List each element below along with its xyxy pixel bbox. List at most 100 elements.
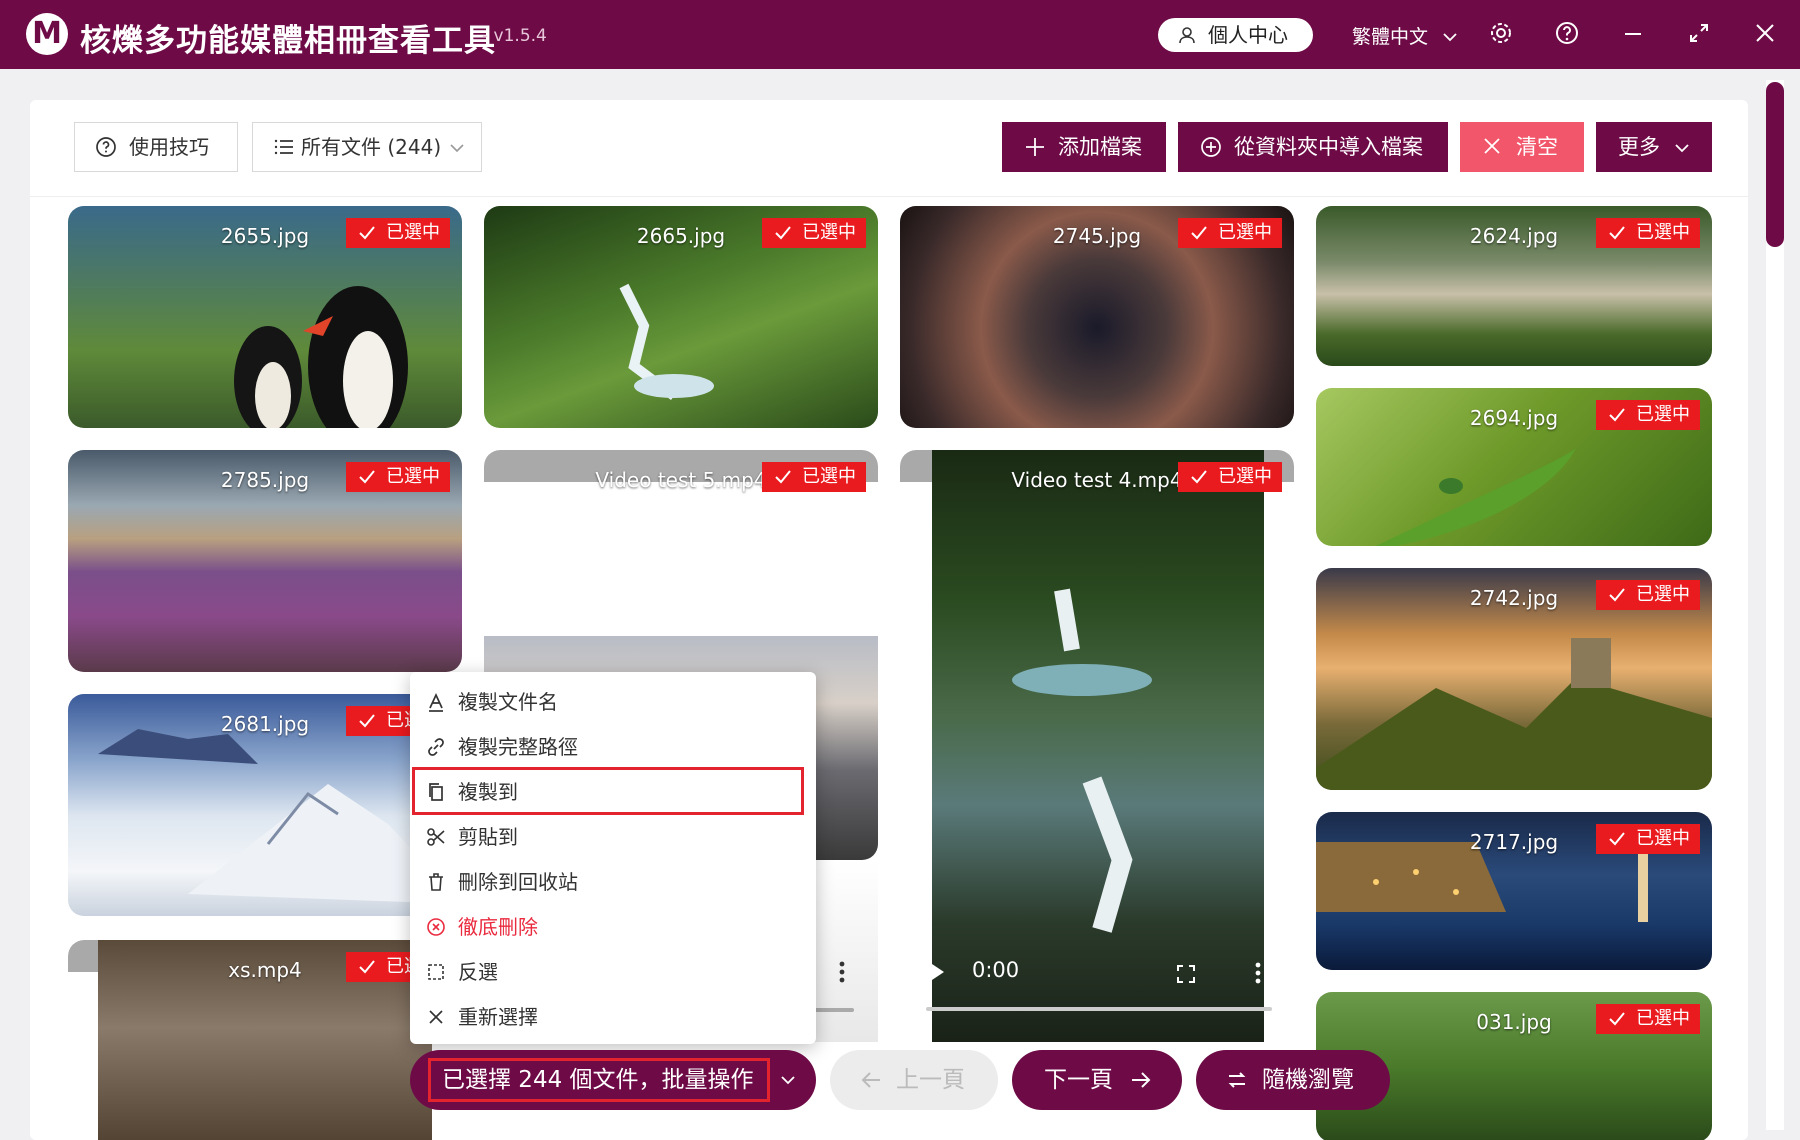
scrollbar-thumb[interactable] xyxy=(1766,82,1784,247)
fullscreen-icon[interactable] xyxy=(1176,964,1196,984)
menu-item-invert-selection[interactable]: 反選 xyxy=(410,950,816,994)
selected-badge[interactable]: 已選中 xyxy=(346,462,450,492)
title-bar: M 核爍多功能媒體相冊查看工具 - v1.5.4 個人中心 繁體中文 xyxy=(0,0,1800,69)
check-icon xyxy=(359,960,375,974)
add-file-label: 添加檔案 xyxy=(1058,135,1142,159)
image-card[interactable]: 2745.jpg 已選中 xyxy=(900,206,1294,428)
selected-badge[interactable]: 已選中 xyxy=(762,218,866,248)
selected-badge[interactable]: 已選中 xyxy=(1596,1004,1700,1034)
selected-label: 已選中 xyxy=(1218,466,1272,487)
image-card[interactable]: 2785.jpg 已選中 xyxy=(68,450,462,672)
image-card[interactable]: 2624.jpg 已選中 xyxy=(1316,206,1712,366)
tips-button[interactable]: 使用技巧 xyxy=(74,122,238,172)
app-logo: M xyxy=(26,13,68,55)
chevron-down-icon xyxy=(781,1076,795,1085)
arrow-right-icon xyxy=(1132,1072,1151,1088)
chevron-down-icon xyxy=(1675,144,1689,153)
close-icon xyxy=(429,1010,443,1024)
batch-highlight-frame xyxy=(428,1058,770,1102)
language-label: 繁體中文 xyxy=(1352,26,1429,48)
menu-item-label: 複製完整路徑 xyxy=(458,735,578,759)
invert-select-icon xyxy=(428,964,444,980)
play-icon[interactable] xyxy=(930,962,946,982)
menu-item-label: 重新選擇 xyxy=(458,1005,538,1029)
app-title: 核爍多功能媒體相冊查看工具 xyxy=(80,23,496,59)
menu-item-reselect[interactable]: 重新選擇 xyxy=(410,995,816,1039)
profile-button[interactable]: 個人中心 xyxy=(1158,18,1313,52)
tips-label: 使用技巧 xyxy=(129,135,209,159)
video-card[interactable]: xs.mp4 已選中 xyxy=(68,940,462,1140)
selected-badge[interactable]: 已選中 xyxy=(1178,462,1282,492)
help-icon[interactable] xyxy=(1554,20,1584,50)
image-card[interactable]: 2694.jpg 已選中 xyxy=(1316,388,1712,546)
more-button[interactable]: 更多 xyxy=(1596,122,1712,172)
selected-badge[interactable]: 已選中 xyxy=(1596,218,1700,248)
menu-item-move-to-recycle[interactable]: 刪除到回收站 xyxy=(410,860,816,904)
image-card[interactable]: 2681.jpg 已選中 xyxy=(68,694,462,916)
selected-badge[interactable]: 已選中 xyxy=(762,462,866,492)
more-vertical-icon[interactable] xyxy=(1254,961,1262,985)
menu-item-copy-filename[interactable]: 複製文件名 xyxy=(410,680,816,724)
settings-icon[interactable] xyxy=(1488,20,1518,50)
close-icon xyxy=(1484,138,1500,154)
image-card[interactable]: 2655.jpg 已選中 xyxy=(68,206,462,428)
context-menu: 複製文件名 複製完整路徑 複製到 剪貼到 刪除到回收站 徹底刪除 反選 重新選擇 xyxy=(410,672,816,1044)
next-page-button[interactable]: 下一頁 xyxy=(1012,1050,1182,1110)
minimize-icon[interactable] xyxy=(1620,20,1650,50)
random-browse-label: 隨機瀏覽 xyxy=(1262,1067,1354,1093)
import-folder-button[interactable]: 從資料夾中導入檔案 xyxy=(1178,122,1448,172)
menu-item-delete-permanently[interactable]: 徹底刪除 xyxy=(410,905,816,949)
prev-page-label: 上一頁 xyxy=(896,1067,965,1093)
video-progress-bar[interactable] xyxy=(926,1007,1272,1011)
check-icon xyxy=(359,714,375,728)
selected-label: 已選中 xyxy=(386,466,440,487)
help-icon xyxy=(96,137,116,157)
check-icon xyxy=(775,470,791,484)
maximize-icon[interactable] xyxy=(1686,20,1716,50)
menu-item-cut-to[interactable]: 剪貼到 xyxy=(410,815,816,859)
menu-highlight-frame xyxy=(412,767,804,815)
clear-label: 清空 xyxy=(1516,135,1558,159)
menu-item-copy-path[interactable]: 複製完整路徑 xyxy=(410,725,816,769)
profile-label: 個人中心 xyxy=(1208,23,1288,47)
check-icon xyxy=(1191,470,1207,484)
selected-label: 已選中 xyxy=(1636,828,1690,849)
close-window-icon[interactable] xyxy=(1752,20,1782,50)
image-card[interactable]: 2665.jpg 已選中 xyxy=(484,206,878,428)
check-icon xyxy=(1609,1012,1625,1026)
video-time: 0:00 xyxy=(972,958,1020,982)
language-select[interactable]: 繁體中文 xyxy=(1352,22,1458,49)
file-filter-select[interactable]: 所有文件 (244) xyxy=(252,122,482,172)
clear-button[interactable]: 清空 xyxy=(1460,122,1584,172)
selected-badge[interactable]: 已選中 xyxy=(1596,400,1700,430)
link-icon xyxy=(428,738,444,756)
app-version: - v1.5.4 xyxy=(482,26,547,46)
selected-badge[interactable]: 已選中 xyxy=(1178,218,1282,248)
file-filter-label: 所有文件 (244) xyxy=(301,135,442,159)
selected-badge[interactable]: 已選中 xyxy=(346,218,450,248)
list-icon xyxy=(274,139,293,155)
selected-badge[interactable]: 已選中 xyxy=(1596,580,1700,610)
forest-waterfall-video-frame xyxy=(932,450,1264,1042)
random-browse-button[interactable]: 隨機瀏覽 xyxy=(1196,1050,1390,1110)
check-icon xyxy=(1609,408,1625,422)
chevron-down-icon xyxy=(450,144,464,153)
prev-page-button[interactable]: 上一頁 xyxy=(830,1050,998,1110)
menu-item-label: 反選 xyxy=(458,960,498,984)
selected-label: 已選中 xyxy=(802,222,856,243)
shuffle-icon xyxy=(1228,1072,1246,1088)
check-icon xyxy=(1191,226,1207,240)
video-card[interactable]: Video test 4.mp4 已選中 0:00 xyxy=(900,450,1294,1042)
more-vertical-icon[interactable] xyxy=(838,960,846,984)
add-file-button[interactable]: 添加檔案 xyxy=(1002,122,1166,172)
arrow-left-icon xyxy=(861,1072,880,1088)
waterfall-image xyxy=(1012,588,1152,933)
check-icon xyxy=(1609,832,1625,846)
trash-icon xyxy=(429,873,443,891)
image-card[interactable]: 2717.jpg 已選中 xyxy=(1316,812,1712,970)
check-icon xyxy=(775,226,791,240)
more-label: 更多 xyxy=(1618,135,1660,159)
image-card[interactable]: 2742.jpg 已選中 xyxy=(1316,568,1712,790)
close-circle-icon xyxy=(427,918,445,936)
selected-badge[interactable]: 已選中 xyxy=(1596,824,1700,854)
